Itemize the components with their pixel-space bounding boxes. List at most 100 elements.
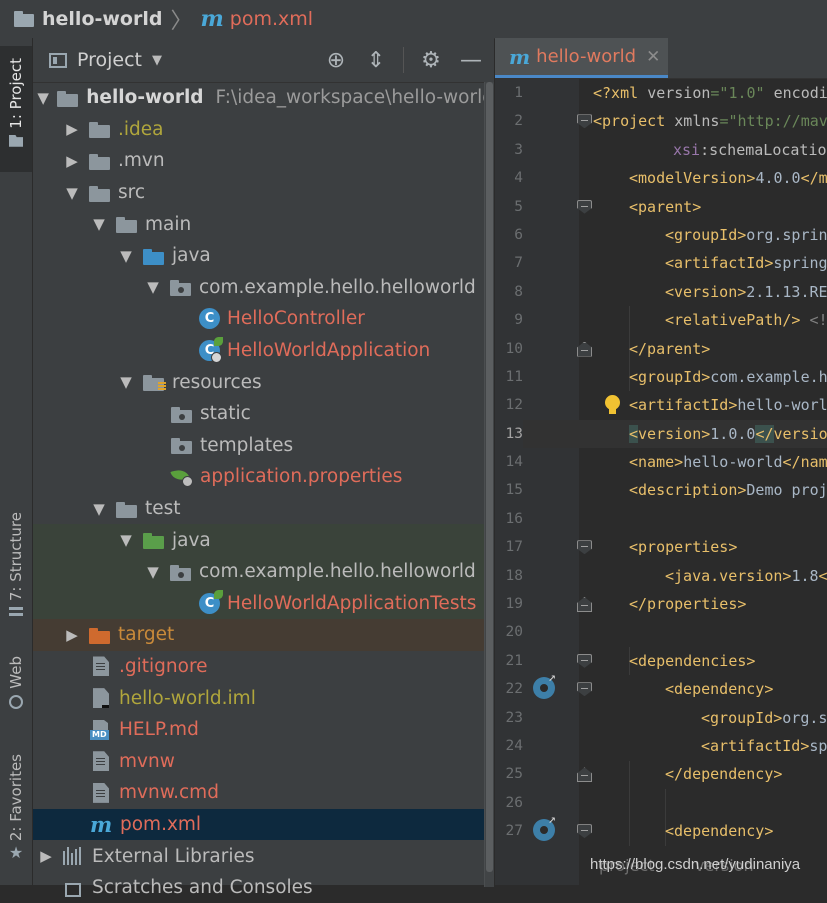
- collapse-arrow-icon[interactable]: ▶: [63, 120, 81, 138]
- expand-arrow-icon[interactable]: ▼: [144, 563, 162, 581]
- editor-tab-pom[interactable]: m hello-world ✕: [495, 38, 668, 78]
- tree-node-main[interactable]: ▼ main: [33, 208, 494, 240]
- lightbulb-icon[interactable]: [605, 395, 620, 415]
- hide-panel-icon[interactable]: —: [458, 48, 484, 73]
- test-folder-icon: [143, 531, 165, 550]
- fold-icon[interactable]: [577, 767, 592, 783]
- tree-label-main: main: [145, 213, 192, 235]
- tree-node-resources[interactable]: ▼ resources: [33, 366, 494, 398]
- toolwindow-project-button[interactable]: 1: Project: [0, 46, 32, 172]
- line-number: 23: [505, 709, 523, 726]
- toolwindow-favorites-button[interactable]: 2: Favorites ★: [0, 754, 32, 872]
- code-line: 3 xsi:schemaLocatio: [495, 136, 827, 164]
- code-line-current: 13 <version>1.0.0</versio: [495, 419, 827, 449]
- line-number: 13: [495, 419, 523, 449]
- breadcrumb-project[interactable]: hello-world: [14, 8, 162, 30]
- tree-node-scratches[interactable]: Scratches and Consoles: [33, 872, 494, 903]
- chevron-down-icon[interactable]: ▼: [152, 53, 162, 68]
- scrollbar-thumb[interactable]: [486, 82, 493, 872]
- tree-node-test-java[interactable]: ▼ java: [33, 524, 494, 556]
- watermark-text: https://blog.csdn.net/yudinaniya: [590, 856, 801, 873]
- code-line: 1 <?xml version="1.0" encodi: [495, 79, 827, 107]
- tree-node-mvnw[interactable]: mvnw: [33, 745, 494, 777]
- fold-icon[interactable]: [577, 199, 592, 214]
- tree-node-external-libraries[interactable]: ▶ External Libraries: [33, 840, 494, 872]
- spring-boot-class-icon: C: [199, 337, 223, 364]
- tree-node-gitignore[interactable]: .gitignore: [33, 651, 494, 683]
- toolwindow-web-button[interactable]: Web: [0, 656, 32, 726]
- expand-arrow-icon[interactable]: ▼: [117, 247, 135, 265]
- tree-node-java[interactable]: ▼ java: [33, 240, 494, 272]
- collapse-all-icon[interactable]: ⇕: [363, 48, 389, 73]
- expand-arrow-icon[interactable]: ▼: [117, 373, 135, 391]
- tree-node-test[interactable]: ▼ test: [33, 493, 494, 525]
- editor-tab-bar: m hello-world ✕: [495, 38, 827, 79]
- tree-label-scratches: Scratches and Consoles: [92, 877, 313, 899]
- fold-icon[interactable]: [577, 653, 592, 668]
- expand-arrow-icon[interactable]: ▼: [90, 215, 108, 233]
- tree-node-application-properties[interactable]: application.properties: [33, 461, 494, 493]
- project-view-selector[interactable]: Project: [77, 49, 142, 71]
- tree-node-hello-controller[interactable]: C HelloController: [33, 303, 494, 335]
- tree-label-java: java: [172, 245, 211, 267]
- maven-dependency-icon[interactable]: [533, 670, 556, 700]
- tree-node-idea[interactable]: ▶ .idea: [33, 114, 494, 146]
- expand-arrow-icon[interactable]: ▼: [90, 500, 108, 518]
- tree-node-root[interactable]: ▼ hello-world F:\idea_workspace\hello-wo…: [33, 82, 494, 114]
- fold-icon[interactable]: [577, 682, 592, 697]
- fold-icon[interactable]: [577, 597, 592, 613]
- toolwindow-structure-button[interactable]: 7: Structure: [0, 512, 32, 628]
- expand-arrow-icon[interactable]: ▼: [37, 89, 49, 107]
- tree-node-iml[interactable]: hello-world.iml: [33, 682, 494, 714]
- expand-arrow-icon[interactable]: ▼: [63, 184, 81, 202]
- fold-icon[interactable]: [577, 341, 592, 357]
- expand-arrow-icon[interactable]: ▼: [144, 278, 162, 296]
- breadcrumb-file-label: pom.xml: [229, 8, 314, 30]
- tree-node-help[interactable]: MD HELP.md: [33, 714, 494, 746]
- tree-node-test-class[interactable]: C HelloWorldApplicationTests: [33, 587, 494, 620]
- tree-node-mvnw-cmd[interactable]: mvnw.cmd: [33, 777, 494, 809]
- tree-label-gitignore: .gitignore: [119, 655, 208, 677]
- tree-node-mvn[interactable]: ▶ .mvn: [33, 145, 494, 177]
- line-number: 24: [505, 737, 523, 754]
- code-line: 10 </parent>: [495, 335, 827, 363]
- collapse-arrow-icon[interactable]: ▶: [63, 626, 81, 644]
- code-line: 8 <version>2.1.13.RE: [495, 278, 827, 306]
- tree-node-hello-app[interactable]: C HelloWorldApplication: [33, 335, 494, 367]
- tree-node-target[interactable]: ▶ target: [33, 619, 494, 651]
- folder-icon: [89, 152, 111, 170]
- tree-node-pom[interactable]: m pom.xml: [33, 808, 494, 841]
- code-line: 18 <java.version>1.8<: [495, 562, 827, 590]
- breadcrumb-file[interactable]: m pom.xml: [200, 6, 313, 32]
- gear-icon[interactable]: ⚙: [418, 48, 444, 73]
- tree-node-src[interactable]: ▼ src: [33, 177, 494, 209]
- maven-icon: m: [509, 44, 531, 69]
- expand-arrow-icon[interactable]: ▼: [117, 531, 135, 549]
- tree-label-mvnw-cmd: mvnw.cmd: [119, 782, 219, 804]
- line-number: 6: [514, 226, 523, 243]
- fold-icon[interactable]: [577, 540, 592, 555]
- fold-icon[interactable]: [577, 824, 592, 839]
- maven-dependency-icon[interactable]: [533, 812, 556, 842]
- text-file-icon: [93, 782, 109, 803]
- editor-tab-label: hello-world: [536, 46, 637, 67]
- tree-node-test-package[interactable]: ▼ com.example.hello.helloworld: [33, 555, 494, 588]
- tree-label-idea: .idea: [118, 118, 164, 140]
- collapse-arrow-icon[interactable]: ▶: [37, 847, 55, 865]
- collapse-arrow-icon[interactable]: ▶: [63, 152, 81, 170]
- project-tree-scrollbar[interactable]: [484, 82, 494, 887]
- locate-file-icon[interactable]: ⊕: [323, 48, 349, 73]
- code-line: 5 <parent>: [495, 193, 827, 221]
- library-icon: [63, 847, 85, 866]
- code-editor[interactable]: 1 <?xml version="1.0" encodi 2 <project xm…: [495, 79, 827, 885]
- fold-icon[interactable]: [577, 114, 592, 129]
- line-number: 3: [514, 141, 523, 158]
- tree-label-external-libraries: External Libraries: [92, 845, 255, 867]
- tree-label-test-class: HelloWorldApplicationTests: [227, 592, 477, 614]
- close-icon[interactable]: ✕: [646, 47, 660, 67]
- project-folder-icon: [14, 11, 36, 27]
- tree-node-package[interactable]: ▼ com.example.hello.helloworld: [33, 272, 494, 304]
- tree-node-static[interactable]: static: [33, 398, 494, 430]
- tree-node-templates[interactable]: templates: [33, 430, 494, 462]
- folder-icon: [171, 405, 193, 423]
